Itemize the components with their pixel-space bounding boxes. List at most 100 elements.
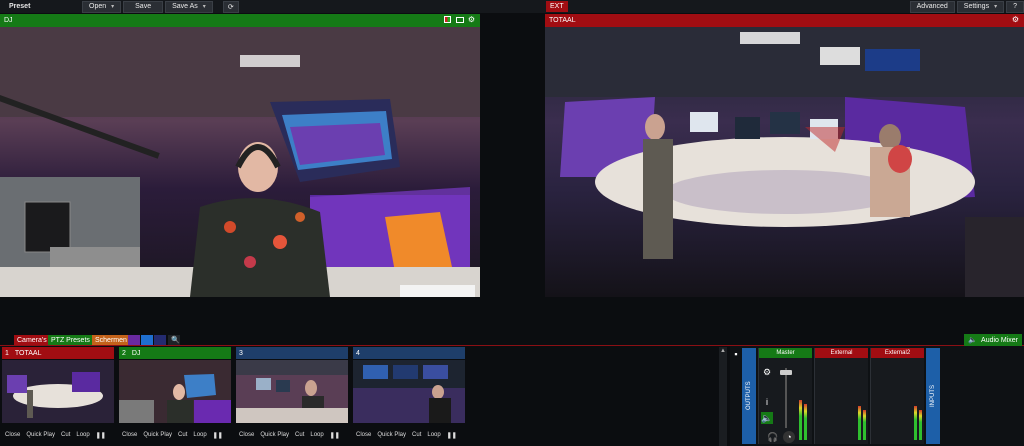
- outputs-tab[interactable]: OUTPUTS: [742, 348, 756, 444]
- preset-toolbar: Preset Open ▾ Save Save As ▾ ⟳: [0, 0, 480, 13]
- save-button[interactable]: Save: [123, 0, 164, 13]
- input-card-3[interactable]: 3 Close Quick Play Cut Loop ❚❚: [236, 347, 348, 446]
- pin-icon[interactable]: ▪: [730, 348, 742, 360]
- right-toolbar: Advanced Settings ▾ ?: [909, 0, 1024, 13]
- external2-meter-right: [919, 410, 922, 440]
- output-label: TOTAAL: [549, 17, 576, 24]
- quick-play-button[interactable]: Quick Play: [26, 432, 55, 438]
- output-video[interactable]: [545, 27, 1024, 297]
- solo-icon[interactable]: i: [761, 396, 773, 408]
- gear-icon[interactable]: ⚙: [467, 15, 476, 24]
- quick-play-button[interactable]: Quick Play: [143, 432, 172, 438]
- preset-label: Preset: [9, 3, 31, 10]
- input-thumbnail[interactable]: [119, 360, 231, 423]
- inputs-tab[interactable]: INPUTS: [926, 348, 940, 444]
- input-card-1[interactable]: 1 TOTAAL Close Quick Play Cut Loop ❚❚: [2, 347, 114, 446]
- audio-mixer-button[interactable]: 🔈 Audio Mixer: [964, 334, 1022, 346]
- input-controls: Close Quick Play Cut Loop ❚❚: [2, 424, 114, 446]
- preview-scene-image: [0, 27, 480, 297]
- chevron-down-icon[interactable]: ▾: [111, 3, 114, 10]
- input-card-2[interactable]: 2 DJ Close Quick Play Cut Loop ❚❚: [119, 347, 231, 446]
- input-thumbnail[interactable]: [353, 360, 465, 423]
- scroll-up-icon[interactable]: ▲: [719, 348, 727, 356]
- tab-schermen[interactable]: Schermen: [92, 335, 130, 345]
- input-controls: Close Quick Play Cut Loop ❚❚: [119, 424, 231, 446]
- master-channel: Master ⚙ i 🔈 🎧 ◔: [758, 348, 812, 444]
- cut-button[interactable]: Cut: [178, 432, 187, 438]
- pause-icon[interactable]: ❚❚: [330, 432, 340, 439]
- help-button[interactable]: ?: [1006, 0, 1024, 13]
- loop-button[interactable]: Loop: [193, 432, 206, 438]
- inputs-scrollbar[interactable]: ▲: [719, 347, 727, 446]
- cut-button[interactable]: Cut: [61, 432, 70, 438]
- loop-button[interactable]: Loop: [76, 432, 89, 438]
- pan-knob-icon[interactable]: ◔: [783, 431, 795, 443]
- input-header: 1 TOTAAL: [2, 347, 114, 359]
- quick-play-icon[interactable]: [455, 15, 464, 24]
- input-controls: Close Quick Play Cut Loop ❚❚: [236, 424, 348, 446]
- color-swatch-icon[interactable]: [443, 15, 452, 24]
- input-header: 4: [353, 347, 465, 359]
- gear-icon[interactable]: ⚙: [1011, 15, 1020, 24]
- audio-mixer-panel: ▪ OUTPUTS Master ⚙ i 🔈 🎧 ◔ External Exte…: [730, 346, 1024, 446]
- master-meter-right: [804, 404, 807, 440]
- input-header: 3: [236, 347, 348, 359]
- save-as-button[interactable]: Save As ▾: [165, 0, 213, 13]
- preview-video[interactable]: [0, 27, 480, 297]
- pause-icon[interactable]: ❚❚: [213, 432, 223, 439]
- preview-header: DJ ⚙: [0, 14, 480, 27]
- quick-play-button[interactable]: Quick Play: [377, 432, 406, 438]
- input-tab-strip: Camera's PTZ Presets Schermen 🔍: [0, 334, 1024, 346]
- cut-button[interactable]: Cut: [295, 432, 304, 438]
- external-meter-right: [863, 410, 866, 440]
- master-label: Master: [759, 348, 812, 358]
- master-meter-left: [799, 400, 802, 440]
- headphones-icon[interactable]: 🎧: [767, 431, 779, 443]
- external-label: External: [815, 348, 868, 358]
- cut-button[interactable]: Cut: [412, 432, 421, 438]
- refresh-icon: ⟳: [227, 3, 234, 11]
- external2-label: External2: [871, 348, 924, 358]
- loop-button[interactable]: Loop: [427, 432, 440, 438]
- tab-blue[interactable]: [141, 335, 153, 345]
- input-controls: Close Quick Play Cut Loop ❚❚: [353, 424, 465, 446]
- tab-navy[interactable]: [154, 335, 166, 345]
- search-icon[interactable]: 🔍: [168, 335, 180, 345]
- chevron-down-icon[interactable]: ▾: [203, 3, 206, 10]
- external-meter-left: [858, 406, 861, 440]
- external2-channel: External2: [870, 348, 924, 444]
- pause-icon[interactable]: ❚❚: [96, 432, 106, 439]
- open-button[interactable]: Open ▾: [82, 0, 122, 13]
- input-card-4[interactable]: 4 Close Quick Play Cut Loop ❚❚: [353, 347, 465, 446]
- tab-cameras[interactable]: Camera's: [14, 335, 50, 345]
- output-scene-image: [545, 27, 1024, 297]
- settings-button[interactable]: Settings ▾: [956, 0, 1005, 13]
- external2-meter-left: [914, 406, 917, 440]
- gear-icon[interactable]: ⚙: [761, 366, 773, 378]
- input-thumbnail[interactable]: [236, 360, 348, 423]
- external-channel: External: [814, 348, 868, 444]
- close-button[interactable]: Close: [122, 432, 137, 438]
- preview-label: DJ: [4, 17, 13, 24]
- close-button[interactable]: Close: [5, 432, 20, 438]
- master-fader[interactable]: [780, 370, 792, 375]
- master-fader-track[interactable]: [785, 368, 787, 428]
- tab-purple[interactable]: [128, 335, 140, 345]
- close-button[interactable]: Close: [239, 432, 254, 438]
- loop-button[interactable]: Loop: [310, 432, 323, 438]
- top-toolbar: Preset Open ▾ Save Save As ▾ ⟳ EXT Advance…: [0, 0, 1024, 13]
- speaker-icon: 🔈: [968, 337, 978, 344]
- refresh-button[interactable]: ⟳: [222, 0, 239, 13]
- pause-icon[interactable]: ❚❚: [447, 432, 457, 439]
- input-header: 2 DJ: [119, 347, 231, 359]
- speaker-icon[interactable]: 🔈: [761, 412, 773, 424]
- tab-ptz-presets[interactable]: PTZ Presets: [48, 335, 93, 345]
- quick-play-button[interactable]: Quick Play: [260, 432, 289, 438]
- input-thumbnail[interactable]: [2, 360, 114, 423]
- close-button[interactable]: Close: [356, 432, 371, 438]
- ext-button[interactable]: EXT: [546, 1, 568, 12]
- inputs-panel: 1 TOTAAL Close Quick Play Cut Loop ❚❚ 2 DJ…: [0, 347, 720, 446]
- output-header: TOTAAL ⚙: [545, 14, 1024, 27]
- advanced-button[interactable]: Advanced: [909, 0, 955, 13]
- chevron-down-icon[interactable]: ▾: [994, 3, 997, 10]
